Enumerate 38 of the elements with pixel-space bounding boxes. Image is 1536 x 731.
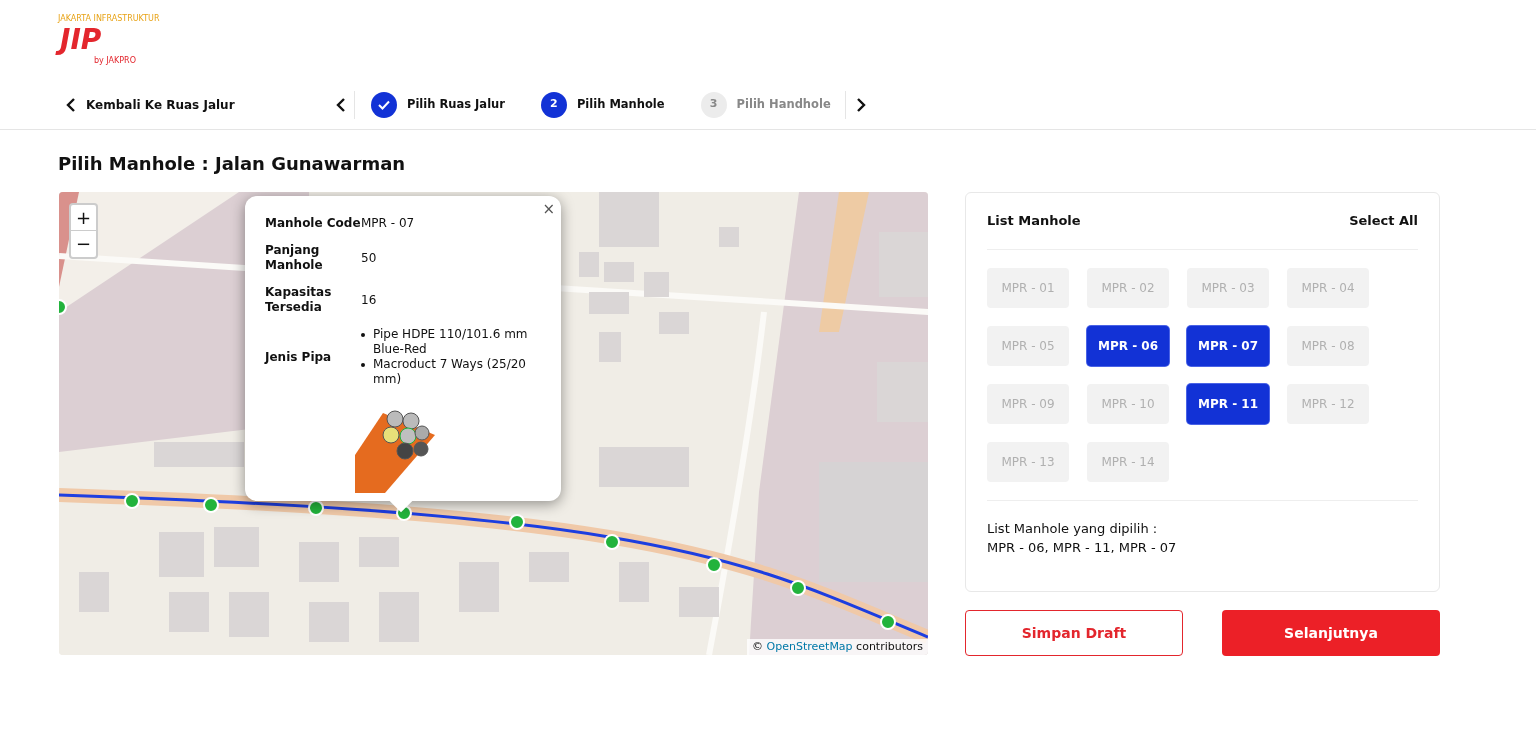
field-label: Manhole Code [265, 216, 361, 231]
zoom-out-button[interactable]: − [71, 231, 96, 257]
zoom-in-button[interactable]: + [71, 205, 96, 231]
pipe-type: Macroduct 7 Ways (25/20 mm) [373, 357, 527, 387]
close-button[interactable]: × [542, 202, 555, 217]
logo-byline: by JAKPRO [94, 56, 136, 66]
manhole-option[interactable]: MPR - 11 [1187, 383, 1269, 424]
step-number: 2 [540, 91, 567, 118]
check-icon [371, 91, 397, 118]
step[interactable]: Pilih Ruas Jalur [371, 91, 505, 118]
field-label: Jenis Pipa [265, 349, 333, 365]
field-value: 50 [361, 250, 378, 266]
select-all-button[interactable]: Select All [1349, 211, 1418, 231]
bullet-icon [361, 333, 365, 337]
previous-step-icon[interactable] [336, 97, 346, 112]
next-step-icon[interactable] [855, 97, 866, 112]
openstreetmap-link[interactable]: OpenStreetMap [766, 640, 853, 653]
page-title: Pilih Manhole : Jalan Gunawarman [57, 152, 407, 176]
manhole-option[interactable]: MPR - 06 [1087, 325, 1169, 366]
step[interactable]: 3 Pilih Handhole [700, 91, 831, 118]
save-draft-button[interactable]: Simpan Draft [965, 610, 1183, 656]
logo-tagline: JAKARTA INFRASTRUKTUR [58, 14, 160, 24]
selected-manholes: MPR - 06, MPR - 11, MPR - 07 [987, 538, 1178, 557]
step[interactable]: 2 Pilih Manhole [540, 91, 665, 118]
next-button[interactable]: Selanjutnya [1222, 610, 1440, 656]
step-number: 3 [700, 91, 727, 118]
map-attribution: © OpenStreetMap contributors [747, 639, 928, 655]
field-value: 16 [361, 292, 378, 308]
field-label: Kapasitas Tersedia [265, 285, 333, 315]
bullet-icon [361, 363, 365, 367]
manhole-option[interactable]: MPR - 07 [1187, 325, 1269, 366]
back-link[interactable]: Kembali Ke Ruas Jalur [66, 95, 336, 114]
field-label: Panjang Manhole [265, 243, 324, 273]
field-value: MPR - 07 [361, 216, 416, 231]
panel-title: List Manhole [987, 212, 1081, 230]
pipe-type: Pipe HDPE 110/101.6 mm Blue-Red [373, 327, 529, 357]
selected-heading: List Manhole yang dipilih : [987, 519, 1159, 538]
chevron-left-icon[interactable] [66, 97, 76, 112]
